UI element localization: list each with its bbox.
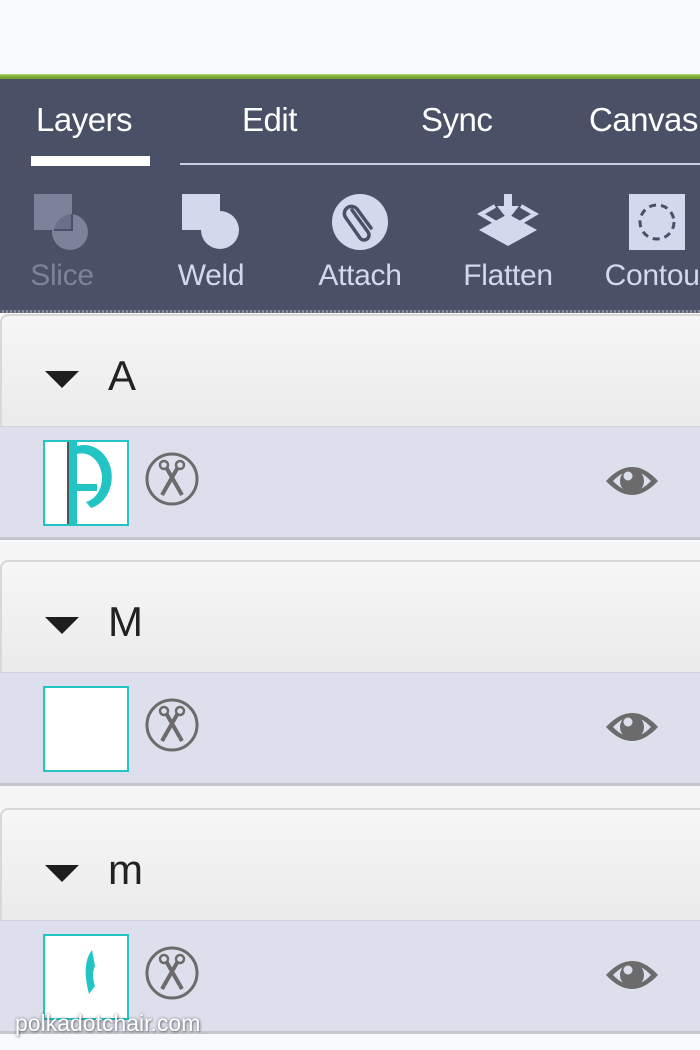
watermark-text: polkadotchair.com [15, 1010, 201, 1036]
panel-tabs: Layers Edit Sync Canvas [0, 79, 700, 169]
layer-group-m-upper: M [0, 560, 700, 788]
group-header[interactable]: m [0, 808, 700, 920]
weld-button[interactable]: Weld [141, 183, 281, 308]
letter-m-fragment-icon [85, 950, 95, 994]
tab-underline-rule [180, 163, 700, 165]
weld-icon [182, 194, 239, 249]
tab-edit[interactable]: Edit [242, 101, 297, 139]
layer-row[interactable] [0, 426, 700, 540]
caret-down-icon[interactable] [45, 617, 79, 634]
caret-down-icon[interactable] [45, 371, 79, 388]
flatten-icon [477, 194, 539, 246]
cut-scissors-icon[interactable] [144, 451, 200, 507]
slice-icon [34, 194, 88, 250]
cut-scissors-icon[interactable] [144, 945, 200, 1001]
attach-paperclip-icon [332, 194, 388, 250]
layers-panel-toolbar: Layers Edit Sync Canvas Slice Weld Attac… [0, 79, 700, 312]
layer-thumbnail [43, 934, 129, 1020]
visibility-eye-icon[interactable] [604, 955, 660, 995]
letter-a-shape-icon [67, 442, 112, 524]
layer-row[interactable] [0, 672, 700, 786]
tab-canvas[interactable]: Canvas [589, 101, 698, 139]
layer-thumbnail [43, 686, 129, 772]
visibility-eye-icon[interactable] [604, 707, 660, 747]
group-gap [0, 542, 700, 560]
caret-down-icon[interactable] [45, 865, 79, 882]
active-tab-indicator [31, 156, 150, 166]
slice-button[interactable]: Slice [0, 183, 132, 308]
layer-group-a: A [0, 314, 700, 542]
contour-button[interactable]: Contour [587, 183, 700, 308]
group-name: M [108, 598, 143, 645]
layer-thumbnail [43, 440, 129, 526]
tab-layers[interactable]: Layers [36, 101, 133, 139]
group-gap [0, 788, 700, 808]
top-blank-area [0, 0, 700, 74]
group-name: A [108, 352, 137, 399]
group-header[interactable]: M [0, 560, 700, 672]
attach-button[interactable]: Attach [290, 183, 430, 308]
group-header[interactable]: A [0, 314, 700, 426]
layer-tools: Slice Weld Attach Flatten Contour [0, 183, 700, 308]
toolbar-bottom-edge [0, 310, 700, 313]
layer-group-m-lower: m [0, 808, 700, 1036]
cut-scissors-icon[interactable] [144, 697, 200, 753]
flatten-button[interactable]: Flatten [438, 183, 578, 308]
group-name: m [108, 846, 143, 893]
tab-sync[interactable]: Sync [421, 101, 493, 139]
contour-label: Contour [604, 259, 700, 292]
visibility-eye-icon[interactable] [604, 461, 660, 501]
contour-icon [629, 194, 685, 250]
